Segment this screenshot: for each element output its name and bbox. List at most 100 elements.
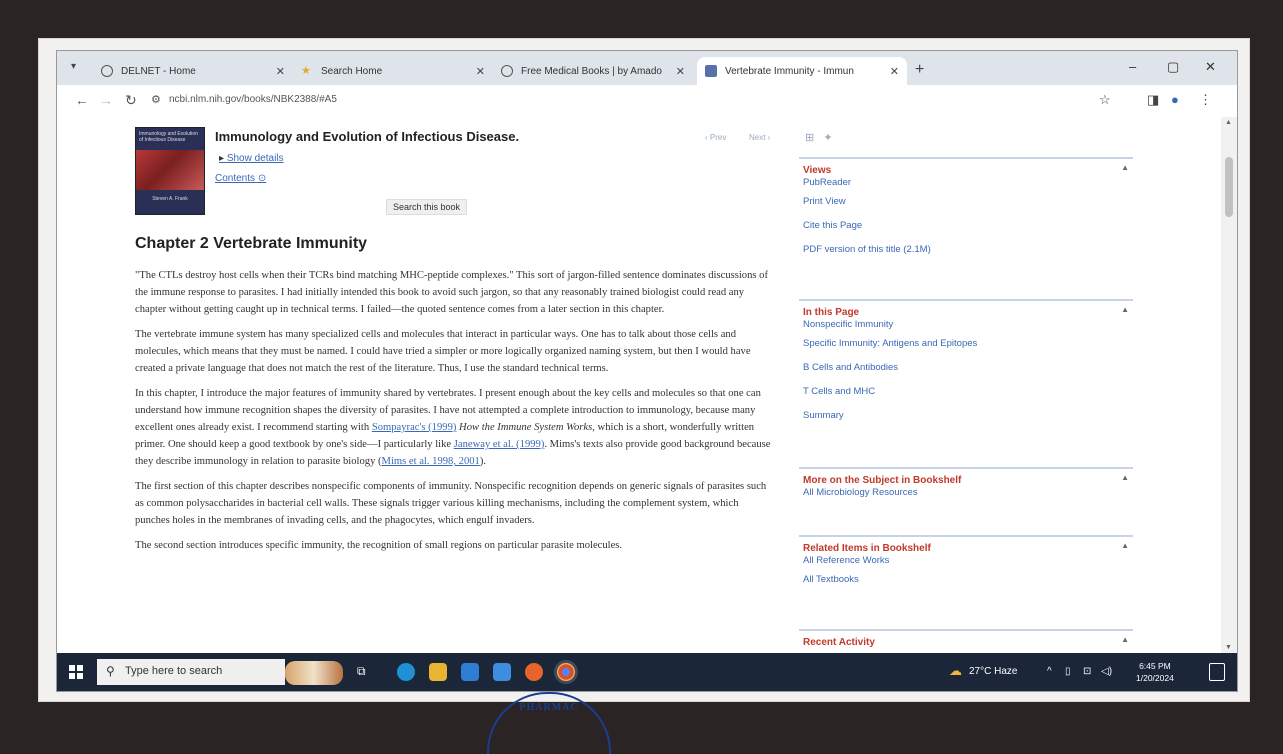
- profile-icon[interactable]: ●: [1171, 92, 1179, 107]
- print-view-link[interactable]: Print View: [803, 190, 1133, 214]
- task-view-icon[interactable]: ⧉: [357, 664, 366, 679]
- address-bar: ← → ↻ ⚙ ncbi.nlm.nih.gov/books/NBK2388/#…: [57, 85, 1237, 118]
- microbiology-link[interactable]: All Microbiology Resources: [803, 486, 1133, 500]
- paragraph-text: ).: [479, 456, 487, 467]
- close-tab-icon[interactable]: ✕: [890, 65, 899, 78]
- weather-icon: ☁: [949, 663, 962, 678]
- section-title: Related Items in Bookshelf: [803, 543, 931, 554]
- share-icon[interactable]: ✦: [823, 132, 832, 144]
- tray-chevron-icon[interactable]: ^: [1047, 666, 1052, 677]
- section-title: Views: [803, 165, 832, 176]
- edge-icon[interactable]: [397, 663, 415, 681]
- minimize-button[interactable]: –: [1129, 59, 1136, 74]
- pubreader-link[interactable]: PubReader: [803, 176, 1133, 190]
- prev-link[interactable]: ‹ Prev: [705, 133, 726, 142]
- book-icon: [705, 65, 717, 77]
- reload-icon[interactable]: ↻: [125, 92, 137, 109]
- book-title-italic: How the Immune System Works: [456, 422, 593, 433]
- maximize-button[interactable]: ▢: [1167, 59, 1179, 75]
- network-icon[interactable]: ⊡: [1083, 666, 1091, 677]
- search-highlight-image[interactable]: [285, 661, 343, 685]
- pubreader-icon[interactable]: ⊞: [805, 132, 814, 144]
- side-panel-icon[interactable]: ◨: [1147, 92, 1159, 108]
- recent-activity-section: Recent Activity ▲: [799, 629, 1133, 655]
- chrome-icon[interactable]: [557, 663, 575, 681]
- tab-free-medical-books[interactable]: Free Medical Books | by Amado ✕: [493, 57, 693, 85]
- contents-link[interactable]: Contents ⊙: [215, 173, 266, 184]
- section-title: More on the Subject in Bookshelf: [803, 475, 962, 486]
- close-tab-icon[interactable]: ✕: [676, 65, 685, 78]
- pdf-link[interactable]: PDF version of this title (2.1M): [803, 238, 1133, 262]
- collapse-icon[interactable]: ▲: [1121, 163, 1129, 172]
- book-cover[interactable]: Immunology and Evolution of Infectious D…: [135, 127, 205, 215]
- volume-icon[interactable]: ◁): [1101, 666, 1112, 677]
- views-section: Views ▲ PubReader Print View Cite this P…: [799, 157, 1133, 289]
- institution-stamp: PHARMAC: [487, 692, 611, 754]
- url-field[interactable]: ncbi.nlm.nih.gov/books/NBK2388/#A5: [169, 94, 337, 105]
- textbooks-link[interactable]: All Textbooks: [803, 568, 1133, 592]
- search-icon: ⚲: [106, 664, 115, 678]
- back-icon[interactable]: ←: [75, 92, 89, 108]
- site-settings-icon[interactable]: ⚙: [151, 93, 161, 106]
- search-book-button[interactable]: Search this book: [386, 199, 468, 215]
- close-tab-icon[interactable]: ✕: [476, 65, 485, 78]
- citation-link-janeway[interactable]: Janeway et al. (1999): [454, 439, 545, 450]
- toc-link-specific[interactable]: Specific Immunity: Antigens and Epitopes: [803, 332, 1133, 356]
- bookmark-star-icon[interactable]: ☆: [1099, 92, 1111, 108]
- section-title: Recent Activity: [803, 637, 875, 648]
- firefox-icon[interactable]: [525, 663, 543, 681]
- more-menu-icon[interactable]: ⋮: [1199, 92, 1212, 108]
- tab-label: DELNET - Home: [121, 65, 196, 77]
- tab-bar: ▾ DELNET - Home ✕ ★ Search Home ✕ Free M…: [57, 51, 1237, 85]
- cover-author: Steven A. Frank: [136, 190, 204, 214]
- book-title: Immunology and Evolution of Infectious D…: [215, 129, 520, 144]
- clock-time: 6:45 PM: [1139, 661, 1171, 671]
- reference-works-link[interactable]: All Reference Works: [803, 554, 1133, 568]
- search-placeholder: Type here to search: [125, 665, 223, 677]
- forward-icon[interactable]: →: [99, 92, 113, 108]
- new-tab-button[interactable]: +: [915, 61, 924, 79]
- cover-image: [136, 150, 204, 190]
- taskbar-clock[interactable]: 6:45 PM 1/20/2024: [1136, 660, 1174, 684]
- tab-vertebrate-immunity[interactable]: Vertebrate Immunity - Immun ✕: [697, 57, 907, 85]
- notification-icon[interactable]: [1209, 663, 1225, 681]
- chapter-text: "The CTLs destroy host cells when their …: [135, 267, 771, 562]
- citation-link-sompayrac[interactable]: Sompayrac's (1999): [372, 422, 457, 433]
- collapse-icon[interactable]: ▲: [1121, 541, 1129, 550]
- toc-link-tcells[interactable]: T Cells and MHC: [803, 380, 1133, 404]
- store-icon[interactable]: [461, 663, 479, 681]
- scroll-down-icon[interactable]: ▼: [1225, 644, 1232, 651]
- stamp-text: PHARMAC: [519, 702, 579, 713]
- tab-search-home[interactable]: ★ Search Home ✕: [293, 57, 493, 85]
- show-details-label: Show details: [226, 153, 284, 164]
- tab-label: Free Medical Books | by Amado: [521, 65, 662, 77]
- collapse-icon[interactable]: ▲: [1121, 473, 1129, 482]
- contents-label: Contents: [215, 173, 256, 184]
- tab-delnet[interactable]: DELNET - Home ✕: [93, 57, 293, 85]
- close-tab-icon[interactable]: ✕: [276, 65, 285, 78]
- scroll-thumb[interactable]: [1225, 157, 1233, 217]
- taskbar-search[interactable]: ⚲ Type here to search: [97, 659, 285, 685]
- page-scrollbar[interactable]: ▲ ▼: [1221, 117, 1237, 653]
- file-explorer-icon[interactable]: [429, 663, 447, 681]
- show-details-link[interactable]: ▸ Show details: [219, 153, 284, 164]
- tab-search-icon[interactable]: ▾: [71, 61, 76, 72]
- collapse-icon[interactable]: ▲: [1121, 305, 1129, 314]
- windows-start-icon[interactable]: [69, 665, 83, 679]
- weather-text[interactable]: 27°C Haze: [969, 666, 1017, 677]
- toc-link-nonspecific[interactable]: Nonspecific Immunity: [803, 318, 1133, 332]
- next-link[interactable]: Next ›: [749, 133, 770, 142]
- paragraph: The first section of this chapter descri…: [135, 481, 767, 526]
- toc-link-bcells[interactable]: B Cells and Antibodies: [803, 356, 1133, 380]
- citation-link-mims[interactable]: Mims et al. 1998, 2001: [382, 456, 480, 467]
- scroll-up-icon[interactable]: ▲: [1225, 119, 1232, 126]
- close-window-button[interactable]: ✕: [1205, 59, 1216, 75]
- globe-icon: [501, 65, 513, 77]
- collapse-icon[interactable]: ▲: [1121, 635, 1129, 644]
- toc-link-summary[interactable]: Summary: [803, 404, 1133, 428]
- cite-page-link[interactable]: Cite this Page: [803, 214, 1133, 238]
- mail-icon[interactable]: [493, 663, 511, 681]
- battery-icon[interactable]: ▯: [1065, 666, 1071, 677]
- paragraph: The vertebrate immune system has many sp…: [135, 329, 751, 374]
- page-content: Immunology and Evolution of Infectious D…: [57, 117, 1221, 653]
